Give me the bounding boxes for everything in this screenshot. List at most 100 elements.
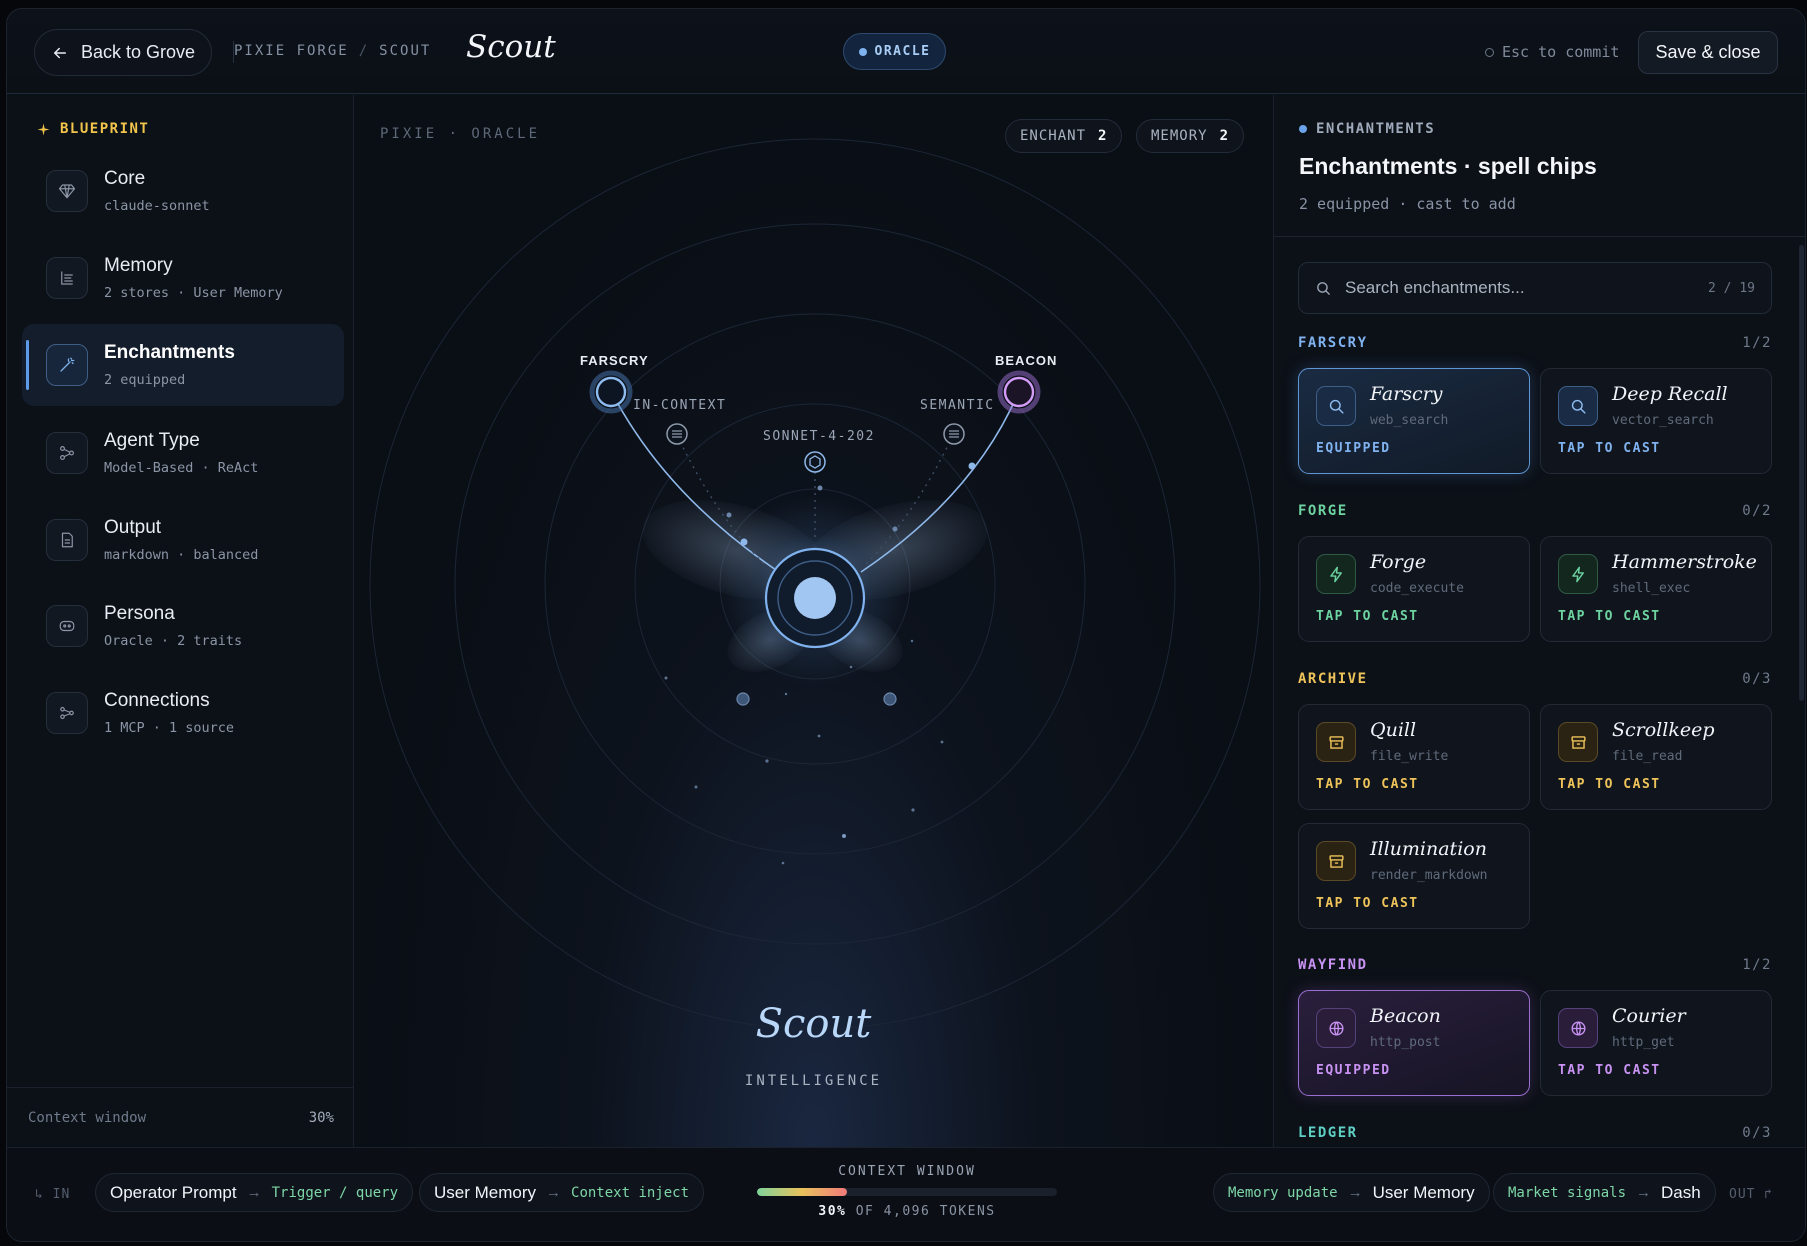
spell-card-farscry[interactable]: Farscry web_search EQUIPPED	[1298, 368, 1530, 474]
arrow-left-icon	[53, 47, 66, 58]
arrow-right-icon: →	[1636, 1184, 1652, 1201]
back-button[interactable]: Back to Grove	[34, 29, 212, 76]
spell-name: Forge	[1370, 551, 1427, 573]
spell-tool: web_search	[1370, 413, 1449, 428]
output-chip-name: User Memory	[1372, 1182, 1475, 1202]
spell-card-illumination[interactable]: Illumination render_markdown TAP TO CAST	[1298, 823, 1530, 929]
globe-icon	[1558, 1008, 1598, 1048]
spell-name: Deep Recall	[1612, 383, 1728, 405]
document-icon	[46, 519, 88, 561]
semantic-label: SEMANTIC	[920, 398, 995, 413]
mask-icon	[46, 605, 88, 647]
branch-icon	[46, 432, 88, 474]
context-progress-bar	[757, 1188, 1057, 1196]
pixie-canvas: PIXIE · ORACLE ENCHANT 2 MEMORY 2 FARSCR…	[355, 95, 1272, 1147]
group-name: FORGE	[1298, 503, 1348, 519]
input-chip-target: Context inject	[571, 1184, 690, 1201]
context-window-label: Context window	[28, 1109, 147, 1126]
sidebar-item-sub: 1 MCP · 1 source	[104, 720, 235, 736]
spell-card-forge[interactable]: Forge code_execute TAP TO CAST	[1298, 536, 1530, 642]
output-chip-user-memory[interactable]: Memory update → User Memory	[1213, 1173, 1490, 1212]
panel-subtitle: 2 equipped · cast to add	[1299, 195, 1516, 213]
spell-status: TAP TO CAST	[1558, 441, 1661, 456]
spell-status: EQUIPPED	[1316, 1063, 1391, 1078]
group-count: 0/3	[1742, 1125, 1772, 1141]
spell-name: Hammerstroke	[1612, 551, 1757, 573]
spell-tool: code_execute	[1370, 581, 1464, 596]
sidebar-item-persona[interactable]: Persona Oracle · 2 traits	[22, 585, 344, 667]
sidebar-item-sub: Oracle · 2 traits	[104, 633, 243, 649]
sidebar-item-core[interactable]: Core claude-sonnet	[22, 150, 344, 232]
group-name: ARCHIVE	[1298, 671, 1368, 687]
search-box[interactable]: 2 / 19	[1298, 262, 1772, 314]
search-count: 2 / 19	[1708, 280, 1755, 296]
top-bar: Back to Grove PIXIE FORGE / SCOUT Scout …	[7, 9, 1805, 94]
spell-status: TAP TO CAST	[1558, 609, 1661, 624]
sidebar-item-output[interactable]: Output markdown · balanced	[22, 499, 344, 581]
save-close-button[interactable]: Save & close	[1638, 31, 1778, 74]
sidebar-item-memory[interactable]: Memory 2 stores · User Memory	[22, 237, 344, 319]
group-name: LEDGER	[1298, 1125, 1358, 1141]
sidebar-item-label: Output	[104, 517, 162, 538]
breadcrumb: PIXIE FORGE / SCOUT	[234, 43, 431, 59]
blueprint-sidebar: BLUEPRINT Core claude-sonnet Memory 2 st…	[7, 95, 354, 1147]
circle-icon	[1485, 47, 1494, 57]
spell-card-quill[interactable]: Quill file_write TAP TO CAST	[1298, 704, 1530, 810]
esc-hint-label: Esc to commit	[1502, 43, 1620, 61]
sidebar-item-label: Core	[104, 168, 146, 189]
globe-icon	[1316, 1008, 1356, 1048]
sidebar-item-sub: 2 equipped	[104, 372, 186, 388]
sidebar-item-connections[interactable]: Connections 1 MCP · 1 source	[22, 672, 344, 754]
in-context-label: IN-CONTEXT	[633, 398, 727, 413]
farscry-node-label: FARSCRY	[580, 353, 649, 368]
esc-hint: Esc to commit	[1485, 43, 1619, 61]
spell-status: TAP TO CAST	[1316, 777, 1419, 792]
spell-status: EQUIPPED	[1316, 441, 1391, 456]
active-indicator	[26, 340, 29, 390]
output-chip-dash[interactable]: Market signals → Dash	[1493, 1173, 1716, 1212]
enchantments-panel: ENCHANTMENTS Enchantments · spell chips …	[1273, 95, 1805, 1147]
search-icon	[1558, 386, 1598, 426]
mode-badge-label: ORACLE	[874, 44, 931, 59]
group-header-farscry: FARSCRY 1/2	[1298, 335, 1772, 351]
arrow-right-icon: →	[546, 1184, 562, 1201]
archive-icon	[1558, 722, 1598, 762]
spell-card-deep-recall[interactable]: Deep Recall vector_search TAP TO CAST	[1540, 368, 1772, 474]
panel-tag: ENCHANTMENTS	[1299, 121, 1435, 137]
in-context-memory-node	[666, 423, 688, 445]
output-chip-source: Memory update	[1228, 1184, 1338, 1201]
input-chip-name: User Memory	[434, 1182, 537, 1202]
arrow-right-icon: →	[1347, 1184, 1363, 1201]
spell-card-scrollkeep[interactable]: Scrollkeep file_read TAP TO CAST	[1540, 704, 1772, 810]
divider	[1274, 236, 1805, 237]
sidebar-item-enchantments[interactable]: Enchantments 2 equipped	[22, 324, 344, 406]
input-chip-user-memory[interactable]: User Memory → Context inject	[419, 1173, 705, 1212]
input-chip-operator-prompt[interactable]: Operator Prompt → Trigger / query	[95, 1173, 414, 1212]
dot-icon	[1299, 125, 1307, 133]
spell-card-hammerstroke[interactable]: Hammerstroke shell_exec TAP TO CAST	[1540, 536, 1772, 642]
sidebar-item-agent-type[interactable]: Agent Type Model-Based · ReAct	[22, 412, 344, 494]
spell-name: Quill	[1370, 719, 1417, 741]
breadcrumb-separator: /	[358, 43, 370, 59]
search-icon	[1317, 281, 1330, 295]
context-window-title: CONTEXT WINDOW	[838, 1164, 976, 1179]
group-header-wayfind: WAYFIND 1/2	[1298, 957, 1772, 973]
scrollbar[interactable]	[1799, 245, 1804, 701]
spell-name: Illumination	[1370, 838, 1487, 860]
spell-card-courier[interactable]: Courier http_get TAP TO CAST	[1540, 990, 1772, 1096]
mode-badge[interactable]: ORACLE	[843, 33, 946, 70]
search-input[interactable]	[1345, 278, 1696, 298]
spell-tool: file_read	[1612, 749, 1683, 764]
group-name: WAYFIND	[1298, 957, 1368, 973]
share-icon	[46, 692, 88, 734]
spell-status: TAP TO CAST	[1316, 609, 1419, 624]
spell-card-beacon[interactable]: Beacon http_post EQUIPPED	[1298, 990, 1530, 1096]
sparkle-icon	[37, 123, 50, 135]
sidebar-item-sub: markdown · balanced	[104, 547, 259, 563]
io-bar: ↳ IN Operator Prompt → Trigger / query U…	[7, 1147, 1805, 1241]
spell-name: Scrollkeep	[1612, 719, 1715, 741]
sidebar-item-label: Enchantments	[104, 342, 235, 363]
output-chip-source: Market signals	[1508, 1184, 1627, 1201]
breadcrumb-root[interactable]: PIXIE FORGE	[234, 43, 349, 59]
beacon-node	[997, 370, 1041, 414]
